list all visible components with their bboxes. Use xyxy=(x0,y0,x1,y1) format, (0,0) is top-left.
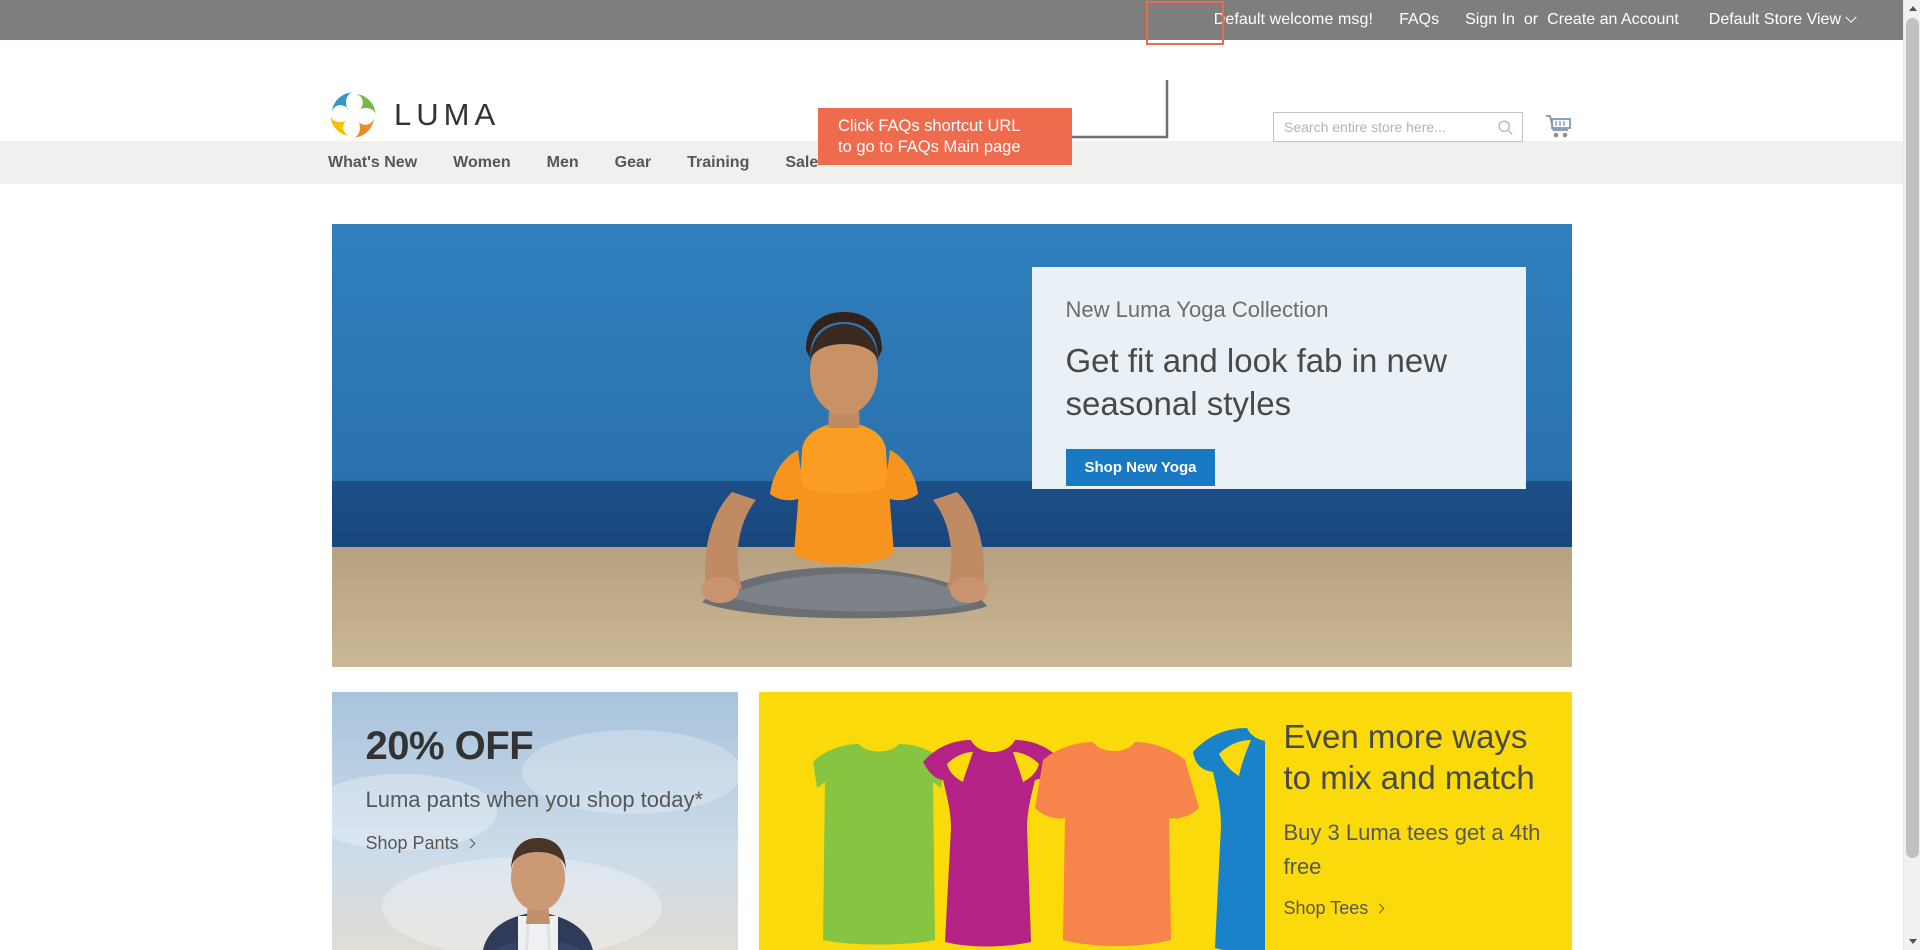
annotation-line-1: Click FAQs shortcut URL xyxy=(838,117,1021,135)
nav-item-sale[interactable]: Sale xyxy=(785,154,818,172)
promo-pants-headline: 20% OFF xyxy=(365,724,534,768)
main-content: New Luma Yoga Collection Get fit and loo… xyxy=(0,184,1903,950)
nav-item-training[interactable]: Training xyxy=(687,154,749,172)
top-utility-bar: Default welcome msg! FAQs Sign In or Cre… xyxy=(0,0,1903,45)
or-separator: or xyxy=(1523,11,1539,28)
hero-text-panel: New Luma Yoga Collection Get fit and loo… xyxy=(1031,267,1526,489)
annotation-connector-line xyxy=(1060,80,1169,139)
logo-text: LUMA xyxy=(394,97,501,132)
search-input[interactable] xyxy=(1274,113,1522,141)
scroll-up-arrow-icon[interactable] xyxy=(1904,0,1920,17)
faqs-link[interactable]: FAQs xyxy=(1399,11,1439,29)
promo-tees-subtext: Buy 3 Luma tees get a 4th free xyxy=(1283,820,1541,879)
chevron-right-icon xyxy=(465,838,476,849)
shopping-cart-icon[interactable] xyxy=(1545,114,1573,140)
logo[interactable]: LUMA xyxy=(328,90,500,140)
scroll-down-arrow-icon[interactable] xyxy=(1904,933,1920,950)
search-icon[interactable] xyxy=(1497,119,1514,136)
green-tank-icon xyxy=(812,744,945,945)
sign-in-link[interactable]: Sign In xyxy=(1465,11,1515,29)
faqs-highlight-box xyxy=(1146,1,1224,45)
hero-banner[interactable]: New Luma Yoga Collection Get fit and loo… xyxy=(331,224,1572,667)
shop-pants-link[interactable]: Shop Pants xyxy=(365,833,476,854)
promo-tile-tees[interactable]: Even more ways to mix and match Buy 3 Lu… xyxy=(758,692,1572,950)
luma-pinwheel-logo-icon xyxy=(330,92,376,138)
promo-tees-text: Even more ways to mix and match Buy 3 Lu… xyxy=(1284,716,1554,919)
shop-pants-label: Shop Pants xyxy=(365,833,459,853)
shop-new-yoga-button[interactable]: Shop New Yoga xyxy=(1065,449,1216,486)
promo-row: 20% OFF Luma pants when you shop today* … xyxy=(331,692,1572,950)
chevron-down-icon xyxy=(1845,11,1857,23)
nav-item-men[interactable]: Men xyxy=(547,154,579,172)
shop-tees-link[interactable]: Shop Tees xyxy=(1283,898,1385,919)
promo-pants-text: 20% OFF Luma pants when you shop today* … xyxy=(332,692,738,854)
site-header: LUMA Click xyxy=(0,40,1903,165)
chevron-right-icon xyxy=(1374,903,1385,914)
tees-illustration xyxy=(812,728,1265,950)
top-utility-links: Default welcome msg! FAQs Sign In or Cre… xyxy=(1213,11,1857,29)
page-scrollbar[interactable] xyxy=(1903,0,1920,950)
hero-title: Get fit and look fab in new seasonal sty… xyxy=(1065,342,1448,422)
search-box[interactable] xyxy=(1273,112,1523,142)
nav-item-gear[interactable]: Gear xyxy=(615,154,651,172)
scrollbar-thumb[interactable] xyxy=(1906,18,1919,858)
content-container: New Luma Yoga Collection Get fit and loo… xyxy=(331,224,1572,950)
header-actions xyxy=(1273,112,1573,142)
hero-eyebrow: New Luma Yoga Collection xyxy=(1065,297,1329,322)
create-account-link[interactable]: Create an Account xyxy=(1547,11,1679,29)
store-view-switcher[interactable]: Default Store View xyxy=(1708,11,1857,29)
nav-item-women[interactable]: Women xyxy=(453,154,510,172)
orange-tee-icon xyxy=(1034,742,1199,946)
annotation-callout: Click FAQs shortcut URL to go to FAQs Ma… xyxy=(818,108,1072,165)
annotation-line-2: to go to FAQs Main page xyxy=(838,138,1021,156)
page-viewport: Default welcome msg! FAQs Sign In or Cre… xyxy=(0,0,1903,950)
promo-pants-subtext: Luma pants when you shop today* xyxy=(365,787,704,812)
nav-item-whats-new[interactable]: What's New xyxy=(328,154,417,172)
welcome-message: Default welcome msg! xyxy=(1213,11,1374,28)
promo-tees-title: Even more ways to mix and match xyxy=(1283,718,1535,796)
shop-tees-label: Shop Tees xyxy=(1283,898,1369,918)
promo-tile-pants[interactable]: 20% OFF Luma pants when you shop today* … xyxy=(331,692,738,950)
store-view-label: Default Store View xyxy=(1708,11,1841,28)
